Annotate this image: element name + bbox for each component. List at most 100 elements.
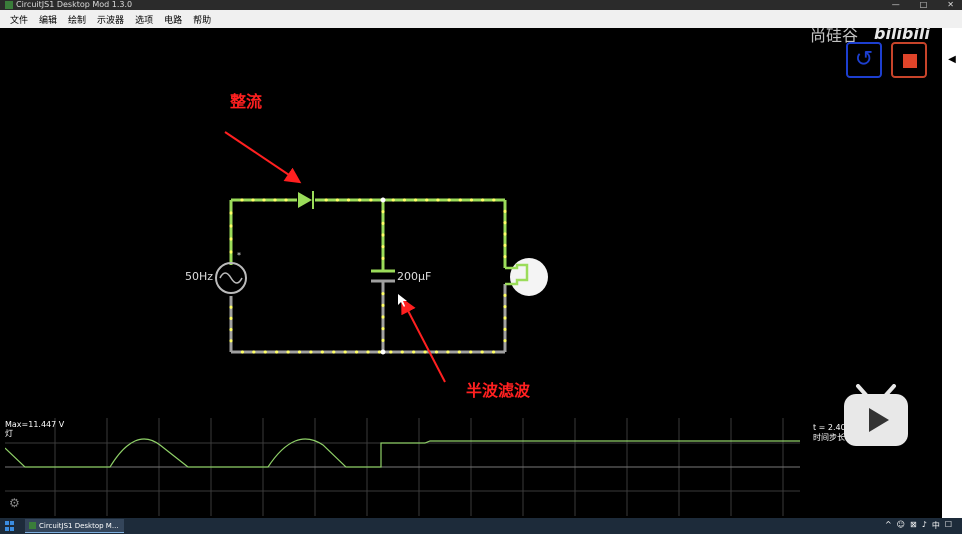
current-dot (229, 237, 233, 241)
taskbar: CircuitJS1 Desktop M... ^ ☺ ⊠ ♪ 中 ☐ (0, 518, 962, 534)
stop-icon (903, 54, 917, 68)
current-dot (229, 305, 233, 309)
current-dot (229, 250, 233, 254)
network-icon[interactable]: ⊠ (910, 520, 917, 531)
current-dot (491, 350, 496, 354)
reset-button[interactable]: ↺ (846, 42, 882, 78)
current-dot (503, 316, 507, 320)
tray-app-icon[interactable]: ☺ (897, 520, 905, 531)
video-play-icon[interactable] (842, 384, 910, 448)
current-dot (324, 198, 328, 202)
current-dot (503, 232, 507, 236)
current-dot (273, 198, 277, 202)
source-label: 50Hz (185, 270, 214, 283)
scope-graph[interactable] (4, 418, 942, 518)
minimize-button[interactable]: — (892, 0, 900, 10)
current-dot (358, 198, 362, 202)
current-dots (229, 198, 507, 354)
current-dot (369, 198, 373, 202)
run-stop-button[interactable] (891, 42, 927, 78)
current-dot (481, 198, 485, 202)
scope-channel-label: 灯 (5, 429, 13, 438)
current-dot (413, 198, 418, 202)
menu-scope[interactable]: 示波器 (97, 13, 124, 26)
current-dot (469, 350, 473, 354)
current-dot (503, 293, 507, 297)
current-dot (469, 198, 474, 202)
current-dot (503, 255, 507, 259)
capacitor-label: 200µF (397, 270, 432, 283)
current-dot (503, 339, 507, 343)
input-method-icon[interactable]: 中 (932, 520, 940, 531)
system-tray: ^ ☺ ⊠ ♪ 中 ☐ (885, 520, 952, 531)
current-dot (381, 327, 385, 331)
menu-edit[interactable]: 编辑 (39, 13, 57, 26)
current-dot (402, 198, 407, 202)
collapse-panel-button[interactable]: ◀ (944, 48, 960, 72)
current-dot (240, 350, 245, 354)
current-dot (309, 350, 313, 354)
current-dot (425, 198, 429, 202)
junction-bottom (380, 349, 386, 355)
notification-icon[interactable]: ☐ (945, 520, 952, 531)
current-dot (275, 350, 279, 354)
wire-bottom[interactable] (229, 284, 507, 354)
taskbar-app-circuitjs[interactable]: CircuitJS1 Desktop M... (25, 519, 124, 533)
side-panel-edge (942, 28, 962, 518)
current-dot (332, 350, 336, 354)
current-dot (251, 198, 255, 202)
current-dot (412, 350, 416, 354)
current-dot (503, 243, 507, 247)
current-dot (480, 350, 484, 354)
current-dot (354, 350, 359, 354)
ac-source[interactable] (215, 262, 247, 294)
current-dot (381, 210, 385, 214)
current-dot (381, 315, 385, 319)
current-dot (343, 350, 347, 354)
scope-max-label: Max=11.447 V (5, 420, 65, 429)
current-dot (240, 198, 244, 202)
diode[interactable] (298, 191, 314, 209)
current-dot (503, 209, 507, 213)
current-dot (335, 198, 339, 202)
annotation-rectify: 整流 (230, 92, 263, 111)
current-dot (423, 350, 427, 354)
volume-icon[interactable]: ♪ (922, 520, 927, 531)
current-dot (229, 224, 233, 228)
current-dot (381, 338, 385, 342)
maximize-button[interactable]: □ (920, 0, 928, 10)
current-dot (458, 198, 462, 202)
close-button[interactable]: ✕ (947, 0, 954, 10)
menu-file[interactable]: 文件 (10, 13, 28, 26)
window-title: CircuitJS1 Desktop Mod 1.3.0 (16, 0, 133, 9)
menu-options[interactable]: 选项 (135, 13, 153, 26)
annotation-arrow-rectify (224, 131, 302, 184)
current-dot (503, 305, 507, 309)
current-dot (252, 350, 256, 354)
current-dot (389, 350, 393, 354)
current-dot (381, 303, 385, 307)
circuit-canvas[interactable] (5, 28, 942, 418)
menu-draw[interactable]: 绘制 (68, 13, 86, 26)
current-dot (229, 339, 233, 343)
scope-gear-icon[interactable]: ⚙ (9, 497, 20, 509)
title-bar: CircuitJS1 Desktop Mod 1.3.0 — □ ✕ (0, 0, 962, 10)
annotation-filter: 半波滤波 (466, 381, 531, 400)
capacitor[interactable] (371, 269, 395, 283)
current-dot (447, 198, 451, 202)
scope-panel[interactable]: Max=11.447 V 灯 t = 2.40? s 时间步长 = 5 µs ⚙ (4, 418, 942, 518)
reset-icon: ↺ (854, 47, 874, 72)
tray-chevron-icon[interactable]: ^ (885, 520, 892, 531)
circuit-diagram[interactable] (5, 28, 942, 418)
junction-top (380, 197, 386, 203)
annotation-arrow-filter (401, 297, 446, 383)
current-dot (446, 350, 450, 354)
wire-top[interactable] (229, 198, 507, 268)
start-button[interactable] (5, 521, 15, 531)
bilibili-logo: bilibili (874, 24, 930, 43)
current-dot (284, 198, 288, 202)
menu-help[interactable]: 帮助 (193, 13, 211, 26)
menu-circuits[interactable]: 电路 (164, 13, 182, 26)
current-dot (503, 221, 507, 225)
lamp[interactable] (505, 258, 548, 296)
